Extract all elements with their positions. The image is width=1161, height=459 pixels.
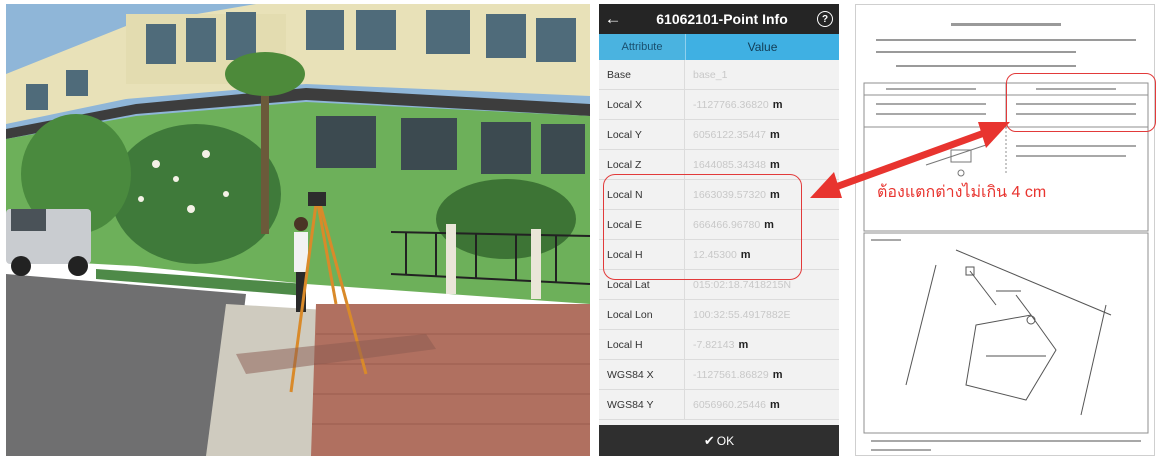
- unit-label: m: [770, 398, 780, 411]
- value-text: 015:02:18.7418215N: [693, 278, 792, 291]
- unit-label: m: [770, 128, 780, 141]
- survey-document: [855, 4, 1155, 456]
- back-arrow-icon[interactable]: ←: [599, 4, 627, 34]
- composite-figure: ← 61062101-Point Info ? Attribute Value …: [0, 0, 1161, 459]
- table-row: WGS84 Y 6056960.25446 m: [599, 390, 839, 420]
- photo-illustration: [6, 4, 590, 456]
- page-title: 61062101-Point Info: [656, 11, 788, 27]
- table-header: Attribute Value: [599, 34, 839, 60]
- app-header: ← 61062101-Point Info ?: [599, 4, 839, 34]
- attribute-label: Local Lon: [599, 300, 685, 329]
- value-text: -1127561.86829: [693, 368, 769, 381]
- table-row: Local Y 6056122.35447 m: [599, 120, 839, 150]
- column-header-attribute: Attribute: [599, 34, 685, 60]
- attribute-value: base_1: [685, 60, 839, 89]
- attribute-value: -7.82143 m: [685, 330, 839, 359]
- local-coordinates-highlight: [603, 174, 802, 280]
- attribute-value: 6056960.25446 m: [685, 390, 839, 419]
- value-text: -1127766.36820: [693, 98, 769, 111]
- table-row: Local X -1127766.36820 m: [599, 90, 839, 120]
- ok-label: OK: [716, 433, 735, 448]
- survey-site-photo: [6, 4, 590, 456]
- unit-label: m: [772, 98, 783, 111]
- unit-label: m: [772, 368, 783, 381]
- value-text: 1644085.34348: [693, 158, 766, 171]
- attribute-label: Local Y: [599, 120, 685, 149]
- value-text: -7.82143: [693, 338, 735, 351]
- table-row: Local Lon 100:32:55.4917882E: [599, 300, 839, 330]
- table-row: Local H -7.82143 m: [599, 330, 839, 360]
- help-icon[interactable]: ?: [817, 11, 833, 27]
- attribute-label: Base: [599, 60, 685, 89]
- document-coordinates-highlight: [1006, 73, 1156, 132]
- attribute-label: Local H: [599, 330, 685, 359]
- unit-label: m: [770, 158, 780, 171]
- attribute-label: Local X: [599, 90, 685, 119]
- tolerance-annotation: ต้องแตกต่างไม่เกิน 4 cm: [877, 184, 1047, 201]
- table-row: Base base_1: [599, 60, 839, 90]
- attribute-value: -1127561.86829 m: [685, 360, 839, 389]
- value-text: base_1: [693, 68, 728, 81]
- value-text: 100:32:55.4917882E: [693, 308, 791, 321]
- table-row: WGS84 X -1127561.86829 m: [599, 360, 839, 390]
- attribute-label: WGS84 Y: [599, 390, 685, 419]
- attribute-value: 100:32:55.4917882E: [685, 300, 839, 329]
- value-text: 6056122.35447: [693, 128, 766, 141]
- attribute-label: WGS84 X: [599, 360, 685, 389]
- column-header-value: Value: [685, 34, 839, 60]
- checkmark-icon: ✔: [703, 432, 715, 448]
- unit-label: m: [738, 338, 749, 351]
- value-text: 6056960.25446: [693, 398, 766, 411]
- ok-button[interactable]: ✔ OK: [599, 425, 839, 456]
